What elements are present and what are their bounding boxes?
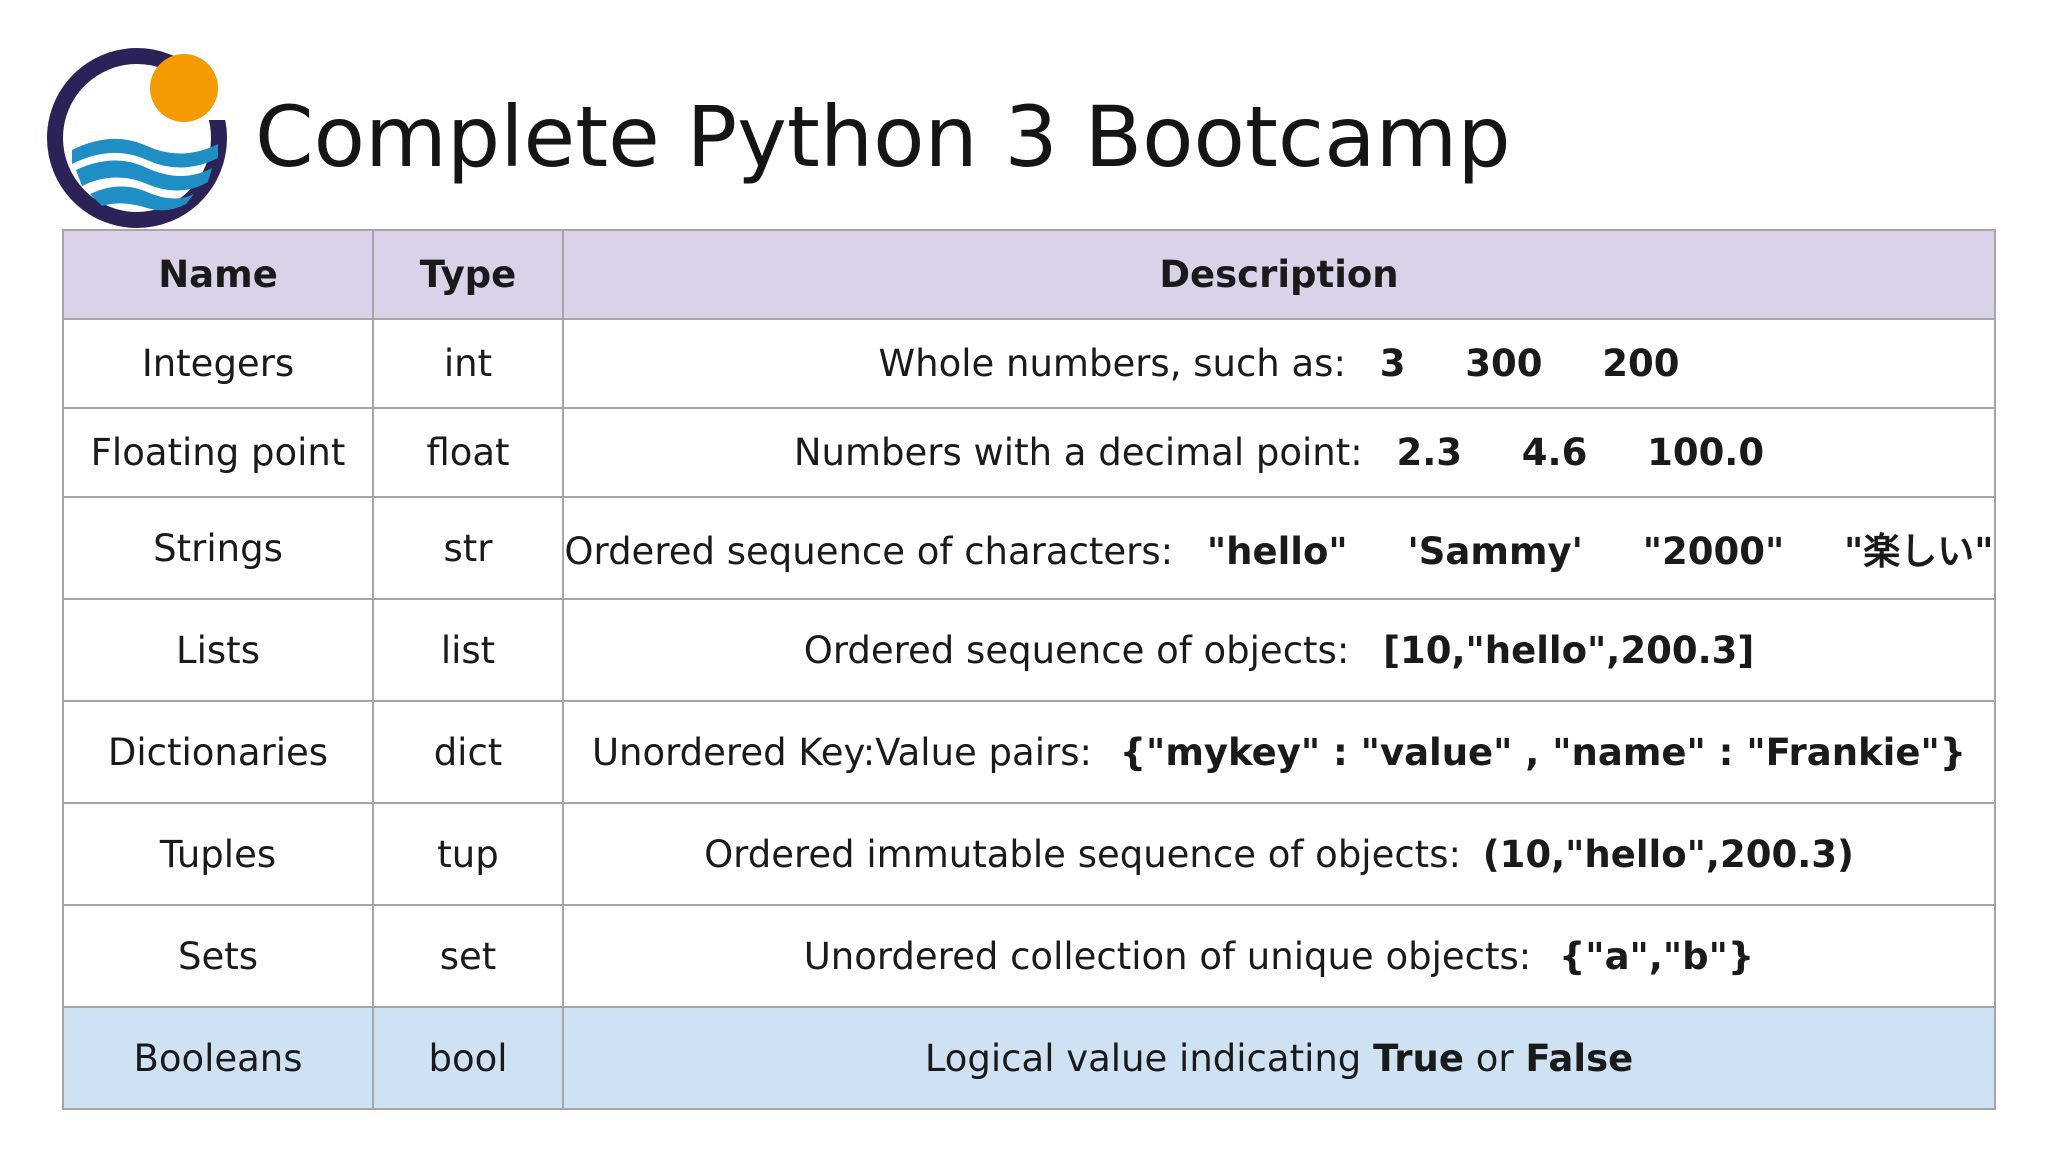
cell-name: Integers <box>62 318 374 409</box>
table-row: Sets set Unordered collection of unique … <box>62 904 1996 1008</box>
logo-wave-top <box>72 138 218 168</box>
cell-name: Tuples <box>62 802 374 906</box>
cell-description: Whole numbers, such as: 3 300 200 <box>562 318 1996 409</box>
description-text: Unordered collection of unique objects: <box>803 934 1532 978</box>
cell-type: str <box>372 496 564 600</box>
logo-sun <box>150 54 218 122</box>
bootcamp-logo <box>47 48 232 228</box>
cell-name: Lists <box>62 598 374 702</box>
page-title: Complete Python 3 Bootcamp <box>255 88 1511 186</box>
description-text: Whole numbers, such as: <box>878 342 1346 385</box>
description-text: Ordered sequence of objects: <box>803 628 1350 672</box>
cell-type: float <box>372 407 564 498</box>
cell-description: Ordered sequence of objects: [10,"hello"… <box>562 598 1996 702</box>
cell-type: set <box>372 904 564 1008</box>
description-text: Ordered immutable sequence of objects: <box>704 832 1461 876</box>
description-text: Numbers with a decimal point: <box>793 431 1363 474</box>
table-row: Lists list Ordered sequence of objects: … <box>62 598 1996 702</box>
cell-type: bool <box>372 1006 564 1110</box>
description-text: Unordered Key:Value pairs: <box>591 730 1092 774</box>
example-value: (10,"hello",200.3) <box>1482 832 1854 876</box>
cell-description: Ordered immutable sequence of objects: (… <box>562 802 1996 906</box>
cell-type: int <box>372 318 564 409</box>
cell-description: Unordered collection of unique objects: … <box>562 904 1996 1008</box>
example-value: "楽しい" <box>1844 530 1994 573</box>
example-value: 4.6 <box>1521 431 1588 474</box>
table-row: Booleans bool Logical value indicating T… <box>62 1006 1996 1110</box>
description-text: Logical value indicating <box>924 1036 1362 1080</box>
table-row: Strings str Ordered sequence of characte… <box>62 496 1996 600</box>
cell-type: tup <box>372 802 564 906</box>
cell-description: Logical value indicating True or False <box>562 1006 1996 1110</box>
example-value: 200 <box>1602 342 1680 385</box>
data-types-table: Name Type Description Integers int Whole… <box>62 229 1996 1110</box>
example-value: {"mykey" : "value" , "name" : "Frankie"} <box>1119 730 1967 774</box>
header-type: Type <box>372 229 564 320</box>
table-row: Integers int Whole numbers, such as: 3 3… <box>62 318 1996 409</box>
cell-description: Ordered sequence of characters: "hello" … <box>562 496 1996 600</box>
example-value: 300 <box>1465 342 1543 385</box>
false-keyword: False <box>1525 1036 1634 1080</box>
cell-name: Sets <box>62 904 374 1008</box>
table-row: Floating point float Numbers with a deci… <box>62 407 1996 498</box>
cell-name: Booleans <box>62 1006 374 1110</box>
table-row: Tuples tup Ordered immutable sequence of… <box>62 802 1996 906</box>
cell-type: list <box>372 598 564 702</box>
cell-name: Floating point <box>62 407 374 498</box>
header-name: Name <box>62 229 374 320</box>
cell-name: Strings <box>62 496 374 600</box>
example-value: 3 <box>1379 342 1406 385</box>
cell-name: Dictionaries <box>62 700 374 804</box>
description-text: Ordered sequence of characters: <box>564 530 1174 573</box>
example-value: "2000" <box>1642 530 1785 573</box>
cell-description: Numbers with a decimal point: 2.3 4.6 10… <box>562 407 1996 498</box>
example-value: "hello" <box>1206 530 1348 573</box>
example-value: {"a","b"} <box>1558 934 1755 978</box>
header-description: Description <box>562 229 1996 320</box>
cell-description: Unordered Key:Value pairs: {"mykey" : "v… <box>562 700 1996 804</box>
table-header-row: Name Type Description <box>62 229 1996 320</box>
example-value: [10,"hello",200.3] <box>1383 628 1755 672</box>
example-value: 2.3 <box>1396 431 1462 474</box>
joiner-text: or <box>1475 1036 1514 1080</box>
example-value: 100.0 <box>1647 431 1765 474</box>
cell-type: dict <box>372 700 564 804</box>
true-keyword: True <box>1373 1036 1464 1080</box>
example-value: 'Sammy' <box>1407 530 1583 573</box>
table-row: Dictionaries dict Unordered Key:Value pa… <box>62 700 1996 804</box>
